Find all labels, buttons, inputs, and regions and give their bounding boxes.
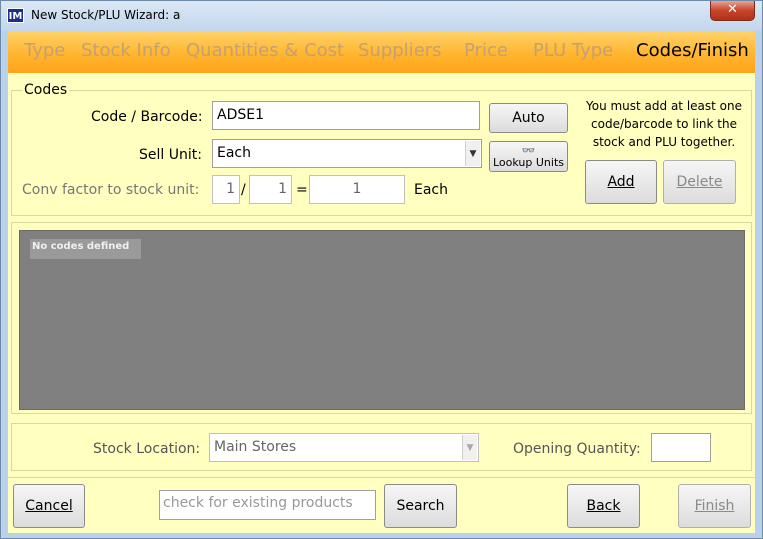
title-bar[interactable]: IM New Stock/PLU Wizard: a ✕ xyxy=(1,1,762,31)
delete-button[interactable]: Delete xyxy=(663,160,736,204)
wizard-client: Type Stock Info Quantities & Cost Suppli… xyxy=(8,31,755,533)
conv-unit-label: Each xyxy=(414,182,448,198)
add-button[interactable]: Add xyxy=(585,160,657,204)
search-input[interactable]: check for existing products xyxy=(159,490,376,520)
opening-quantity-input[interactable] xyxy=(651,433,711,462)
conv-equals: = xyxy=(296,182,308,198)
sell-unit-label: Sell Unit: xyxy=(139,147,202,163)
close-button[interactable]: ✕ xyxy=(710,1,755,21)
empty-list-message: No codes defined xyxy=(30,239,141,259)
cancel-button[interactable]: Cancel xyxy=(13,484,85,528)
tab-stock-info[interactable]: Stock Info xyxy=(81,40,171,61)
codes-note: You must add at least one code/barcode t… xyxy=(585,99,742,149)
wizard-window: IM New Stock/PLU Wizard: a ✕ Type Stock … xyxy=(0,0,763,539)
finish-button-label: Finish xyxy=(694,498,735,514)
search-button[interactable]: Search xyxy=(384,484,457,528)
tab-price[interactable]: Price xyxy=(464,40,508,61)
sell-unit-dropdown[interactable]: Each ▼ xyxy=(212,139,482,168)
app-icon: IM xyxy=(7,8,24,23)
conv-factor-label: Conv factor to stock unit: xyxy=(22,182,200,198)
tab-codes-finish[interactable]: Codes/Finish xyxy=(636,40,749,61)
glasses-icon: 👓 xyxy=(521,144,536,157)
code-barcode-label: Code / Barcode: xyxy=(91,109,203,125)
stock-location-value: Main Stores xyxy=(214,439,297,455)
chevron-down-icon[interactable]: ▼ xyxy=(465,141,480,166)
window-title: New Stock/PLU Wizard: a xyxy=(31,8,181,22)
sell-unit-value: Each xyxy=(217,145,251,161)
conv-denominator-input[interactable]: 1 xyxy=(249,175,292,204)
stock-location-dropdown[interactable]: Main Stores ▼ xyxy=(209,433,479,462)
add-button-label: Add xyxy=(607,174,635,190)
wizard-tabs: Type Stock Info Quantities & Cost Suppli… xyxy=(8,31,755,73)
tab-plu-type[interactable]: PLU Type xyxy=(533,40,613,61)
conv-numerator-input[interactable]: 1 xyxy=(212,175,240,204)
tab-quantities-cost[interactable]: Quantities & Cost xyxy=(186,40,344,61)
code-barcode-input[interactable]: ADSE1 xyxy=(212,101,480,130)
stock-location-label: Stock Location: xyxy=(93,441,201,457)
delete-button-label: Delete xyxy=(676,174,723,190)
cancel-button-label: Cancel xyxy=(25,498,73,514)
tab-suppliers[interactable]: Suppliers xyxy=(358,40,442,61)
auto-button[interactable]: Auto xyxy=(489,103,568,133)
codes-list[interactable]: No codes defined xyxy=(19,230,745,410)
opening-quantity-label: Opening Quantity: xyxy=(513,441,641,457)
back-button[interactable]: Back xyxy=(567,484,640,528)
lookup-units-label: Lookup Units xyxy=(492,156,564,169)
finish-button[interactable]: Finish xyxy=(678,484,751,528)
conv-slash: / xyxy=(241,182,246,198)
footer-bar xyxy=(8,477,755,533)
codes-legend: Codes xyxy=(22,82,70,98)
back-button-label: Back xyxy=(586,498,621,514)
tab-type[interactable]: Type xyxy=(24,40,65,61)
lookup-units-button[interactable]: 👓 Lookup Units xyxy=(489,141,568,172)
chevron-down-icon[interactable]: ▼ xyxy=(462,435,477,460)
conv-result-input[interactable]: 1 xyxy=(309,175,405,204)
